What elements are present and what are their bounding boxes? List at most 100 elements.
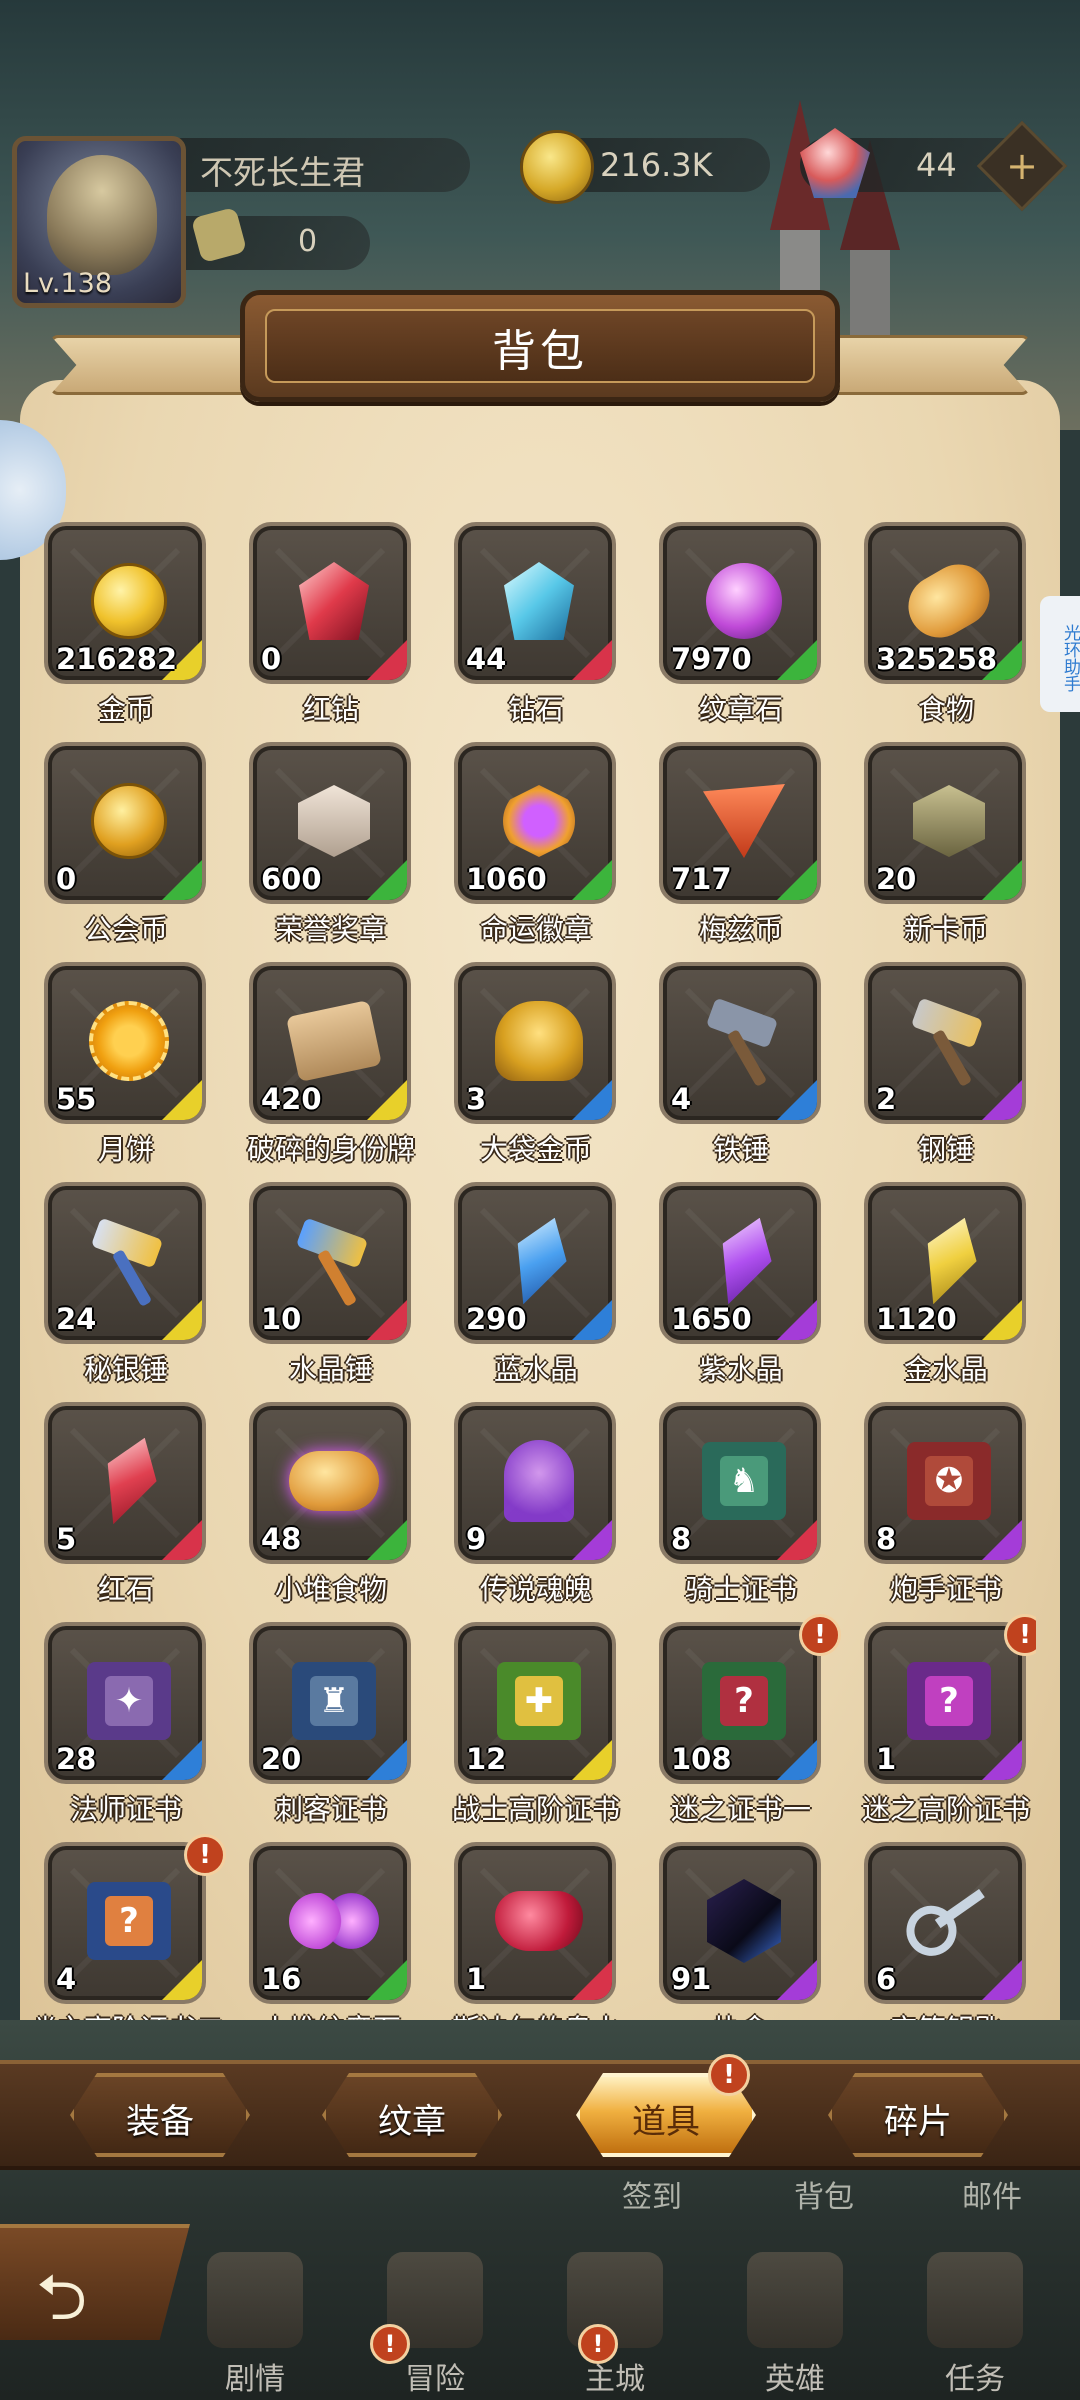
inventory-item[interactable]: 3 大袋金币 [446, 962, 651, 1182]
item-tile[interactable]: ? 1 [864, 1622, 1026, 1784]
item-tile[interactable]: 24 [44, 1182, 206, 1344]
item-tile[interactable]: 9 [454, 1402, 616, 1564]
item-name: 大袋金币 [479, 1133, 592, 1166]
item-tile[interactable]: 0 [249, 522, 411, 684]
tab-equipment[interactable]: 装备 [40, 2056, 280, 2174]
mystery-advanced-certificate-icon: ? [904, 1656, 994, 1746]
inventory-item[interactable]: ✚ 12 战士高阶证书 [446, 1622, 651, 1842]
inventory-item[interactable]: ♞ 8 骑士证书 [651, 1402, 856, 1622]
item-count: 216282 [56, 642, 178, 676]
inventory-item[interactable]: 325258 食物 [856, 522, 1036, 742]
item-tile[interactable]: 7970 [659, 522, 821, 684]
item-name: 骑士证书 [684, 1573, 797, 1606]
item-count: 20 [261, 1742, 302, 1776]
inventory-item[interactable]: 16小堆纹章石 [241, 1842, 446, 2042]
item-tile[interactable]: ✚ 12 [454, 1622, 616, 1784]
item-alert-badge: ! [184, 1834, 226, 1876]
inventory-item[interactable]: 10 水晶锤 [241, 1182, 446, 1402]
item-tile[interactable]: 44 [454, 522, 616, 684]
item-tile[interactable]: 290 [454, 1182, 616, 1344]
back-button[interactable]: ⮌ [0, 2224, 190, 2340]
inventory-item[interactable]: 24 秘银锤 [36, 1182, 241, 1402]
inventory-item[interactable]: ? 1 迷之高阶证书! [856, 1614, 1036, 1842]
item-tile[interactable]: 5 [44, 1402, 206, 1564]
inventory-item[interactable]: 290 蓝水晶 [446, 1182, 651, 1402]
inventory-item[interactable]: ♜ 20 刺客证书 [241, 1622, 446, 1842]
inventory-item[interactable]: 20 新卡币 [856, 742, 1036, 962]
item-count: 4 [671, 1082, 692, 1116]
inventory-item[interactable]: 7970 纹章石 [651, 522, 856, 742]
inventory-item[interactable]: 44 钻石 [446, 522, 651, 742]
item-tile[interactable]: 3 [454, 962, 616, 1124]
inventory-item[interactable]: 91执念 [651, 1842, 856, 2042]
item-tile[interactable]: ? 108 [659, 1622, 821, 1784]
item-tile[interactable]: ♞ 8 [659, 1402, 821, 1564]
item-tile[interactable]: ♜ 20 [249, 1622, 411, 1784]
helper-side-tab[interactable]: 光环助手 [1040, 596, 1080, 712]
ribbon-right-decoration [810, 335, 1030, 395]
item-tile[interactable]: 91 [659, 1842, 821, 2004]
item-tile[interactable]: 1060 [454, 742, 616, 904]
item-name: 铁锤 [712, 1133, 769, 1166]
inventory-item[interactable]: ✦ 28 法师证书 [36, 1622, 241, 1842]
tab-items[interactable]: 道具 [546, 2056, 786, 2174]
inventory-item[interactable]: 1120 金水晶 [856, 1182, 1036, 1402]
nav-heroes[interactable]: 英雄 [720, 2252, 870, 2400]
inventory-item[interactable]: ?4迷之高阶证书二! [36, 1834, 241, 2042]
item-tile[interactable]: 10 [249, 1182, 411, 1344]
honor-medal-icon [289, 776, 379, 866]
legend-soul-icon [494, 1436, 584, 1526]
inventory-item[interactable]: 6宝箱钥匙 [856, 1842, 1036, 2042]
item-tile[interactable]: 2 [864, 962, 1026, 1124]
item-tile[interactable]: ? 4 [44, 1842, 206, 2004]
inventory-item[interactable]: 9 传说魂魄 [446, 1402, 651, 1622]
item-count: 3 [466, 1082, 487, 1116]
item-tile[interactable]: ✦ 28 [44, 1622, 206, 1784]
item-tile[interactable]: 6 [864, 1842, 1026, 2004]
inventory-item[interactable]: 717 梅兹币 [651, 742, 856, 962]
inventory-item[interactable]: 5 红石 [36, 1402, 241, 1622]
nav-quests[interactable]: 任务 [900, 2252, 1050, 2400]
item-tile[interactable]: 20 [864, 742, 1026, 904]
item-tile[interactable]: 4 [659, 962, 821, 1124]
inventory-item[interactable]: 2 钢锤 [856, 962, 1036, 1182]
inventory-item[interactable]: 55 月饼 [36, 962, 241, 1182]
item-tile[interactable]: 1120 [864, 1182, 1026, 1344]
item-tile[interactable]: 16 [249, 1842, 411, 2004]
item-tile[interactable]: 48 [249, 1402, 411, 1564]
inventory-item[interactable]: 4 铁锤 [651, 962, 856, 1182]
nav-story[interactable]: 剧情 [180, 2252, 330, 2400]
inventory-item[interactable]: 0 红钻 [241, 522, 446, 742]
item-tile[interactable]: 1 [454, 1842, 616, 2004]
item-tile[interactable]: 600 [249, 742, 411, 904]
item-name: 秘银锤 [83, 1353, 168, 1386]
item-name: 小堆食物 [274, 1573, 387, 1606]
item-tile[interactable]: 717 [659, 742, 821, 904]
item-tile[interactable]: 0 [44, 742, 206, 904]
inventory-item[interactable]: 600 荣誉奖章 [241, 742, 446, 962]
inventory-item[interactable]: 48 小堆食物 [241, 1402, 446, 1622]
warrior-advanced-certificate-icon: ✚ [494, 1656, 584, 1746]
inventory-item[interactable]: 1650 紫水晶 [651, 1182, 856, 1402]
item-tile[interactable]: ✪ 8 [864, 1402, 1026, 1564]
item-tile[interactable]: 420 [249, 962, 411, 1124]
item-tile[interactable]: 1650 [659, 1182, 821, 1344]
player-avatar[interactable]: Lv.138 [12, 136, 186, 308]
item-tile[interactable]: 325258 [864, 522, 1026, 684]
item-tile[interactable]: 216282 [44, 522, 206, 684]
inventory-item[interactable]: ✪ 8 炮手证书 [856, 1402, 1036, 1622]
inventory-item[interactable]: 1斯达尔的泉水 [446, 1842, 651, 2042]
nav-main-city[interactable]: 主城 [540, 2252, 690, 2400]
panel-title: 背包 [492, 326, 588, 377]
tab-emblem[interactable]: 纹章 [292, 2056, 532, 2174]
crystal-hammer-icon [289, 1216, 379, 1307]
inventory-item[interactable]: 0 公会币 [36, 742, 241, 962]
mez-coin-icon [699, 776, 789, 866]
inventory-item[interactable]: ? 108 迷之证书一! [651, 1614, 856, 1842]
item-tile[interactable]: 55 [44, 962, 206, 1124]
inventory-item[interactable]: 1060 命运徽章 [446, 742, 651, 962]
item-count: 55 [56, 1082, 97, 1116]
inventory-item[interactable]: 216282 金币 [36, 522, 241, 742]
tab-fragments[interactable]: 碎片 [798, 2056, 1038, 2174]
inventory-item[interactable]: 420 破碎的身份牌 [241, 962, 446, 1182]
